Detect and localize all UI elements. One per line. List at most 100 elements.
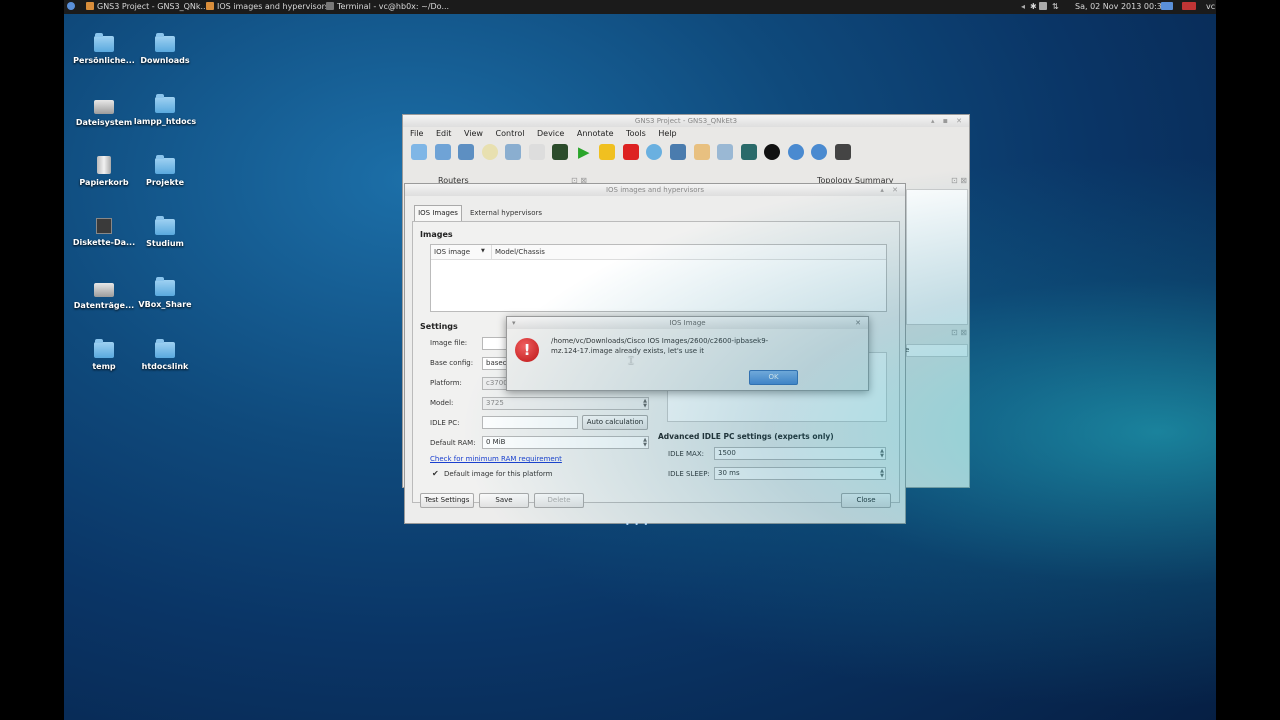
display-icon[interactable] — [1161, 2, 1176, 12]
idle-pc-input[interactable] — [482, 416, 578, 429]
show-interfaces-icon[interactable] — [528, 144, 545, 160]
reload-icon[interactable] — [646, 144, 663, 160]
tab-ios-images[interactable]: IOS Images — [414, 205, 462, 221]
topology-summary-panel — [906, 189, 968, 325]
zoom-in-icon[interactable] — [787, 144, 804, 160]
desktop-icon-projekte[interactable]: Projekte — [133, 155, 197, 187]
test-settings-button[interactable]: Test Settings — [420, 493, 474, 508]
panel-controls-lower[interactable]: ⊡ ⊠ — [951, 328, 967, 337]
zoom-out-icon[interactable] — [811, 144, 828, 160]
default-image-checkbox[interactable]: ✔ — [432, 469, 441, 478]
settings-header: Settings — [420, 322, 458, 331]
dialog-window-controls[interactable]: ▴ ✕ — [880, 184, 901, 196]
home-folder-icon — [94, 33, 114, 52]
sort-arrow-icon: ▼ — [481, 248, 485, 254]
network-icon[interactable]: ⇅ — [1052, 2, 1059, 12]
auto-calculation-button[interactable]: Auto calculation — [582, 415, 648, 430]
taskbar: GNS3 Project - GNS3_QNk... IOS images an… — [64, 0, 1216, 14]
console-icon[interactable] — [552, 144, 569, 160]
column-ios-image[interactable]: IOS image — [434, 248, 470, 256]
folder-icon — [155, 94, 175, 113]
start-icon[interactable]: ▶ — [576, 144, 592, 160]
close-button[interactable]: Close — [841, 493, 891, 508]
desktop-icon-floppy[interactable]: Diskette-Da... — [72, 218, 136, 247]
dialog-titlebar: IOS images and hypervisors ▴ ✕ — [405, 184, 905, 196]
alert-close-icon[interactable]: ✕ — [855, 317, 864, 329]
delete-button[interactable]: Delete — [534, 493, 584, 508]
spinner-icon: ▲ ▼ — [880, 468, 884, 479]
pause-icon[interactable] — [599, 144, 616, 160]
snapshot-icon[interactable] — [481, 144, 498, 160]
advanced-idle-header: Advanced IDLE PC settings (experts only) — [658, 432, 834, 441]
desktop-icon-volume[interactable]: Datenträge... — [72, 281, 136, 310]
desktop-icon-lampp[interactable]: lampp_htdocs — [133, 94, 197, 126]
alert-menu-icon[interactable]: ▾ — [512, 317, 516, 329]
save-project-icon[interactable] — [458, 144, 475, 160]
gns3-icon — [206, 2, 214, 10]
desktop-icon-temp[interactable]: temp — [72, 339, 136, 371]
menu-edit[interactable]: Edit — [436, 129, 452, 138]
note-icon[interactable] — [693, 144, 710, 160]
gns3-icon — [86, 2, 94, 10]
menu-device[interactable]: Device — [537, 129, 564, 138]
alert-titlebar: ▾ IOS Image ✕ — [507, 317, 868, 329]
open-project-icon[interactable] — [434, 144, 451, 160]
battery-icon[interactable] — [1039, 2, 1050, 12]
menu-view[interactable]: View — [464, 129, 483, 138]
desktop: GNS3 Project - GNS3_QNk... IOS images an… — [64, 0, 1216, 720]
task-terminal[interactable]: Terminal - vc@hb0x: ~/Do... — [326, 2, 449, 12]
desktop-icon-studium[interactable]: Studium — [133, 216, 197, 248]
user-name[interactable]: vc — [1206, 2, 1215, 12]
spinner-icon: ▲ ▼ — [880, 448, 884, 459]
new-project-icon[interactable] — [411, 144, 427, 160]
save-button[interactable]: Save — [479, 493, 529, 508]
menu-control[interactable]: Control — [496, 129, 525, 138]
folder-icon — [155, 216, 175, 235]
desktop-icon-downloads[interactable]: Downloads — [133, 33, 197, 65]
tab-external-hypervisors[interactable]: External hypervisors — [465, 206, 547, 221]
model-select[interactable]: 3725 ▲ ▼ — [482, 397, 649, 410]
downloads-folder-icon — [155, 33, 175, 52]
terminal-icon — [326, 2, 334, 10]
volume-icon[interactable]: ◂ — [1021, 2, 1025, 12]
app-menu-icon[interactable] — [67, 2, 78, 12]
images-table[interactable]: IOS image ▼ Model/Chassis — [430, 244, 887, 312]
desktop-icon-htdocslink[interactable]: htdocslink — [133, 339, 197, 371]
column-model-chassis[interactable]: Model/Chassis — [495, 248, 545, 256]
bluetooth-icon[interactable]: ✱ — [1030, 2, 1037, 12]
ok-button[interactable]: OK — [749, 370, 798, 385]
idle-sleep-input[interactable]: 30 ms ▲ ▼ — [714, 467, 886, 480]
menu-annotate[interactable]: Annotate — [577, 129, 614, 138]
menu-help[interactable]: Help — [658, 129, 676, 138]
insert-picture-icon[interactable] — [717, 144, 734, 160]
screenshot-icon[interactable] — [834, 144, 851, 160]
panel-controls-right[interactable]: ⊡ ⊠ — [951, 176, 967, 185]
trash-icon — [97, 156, 111, 174]
desktop-icon-personal[interactable]: Persönliche... — [72, 33, 136, 65]
task-gns3[interactable]: GNS3 Project - GNS3_QNk... — [86, 2, 208, 12]
rectangle-icon[interactable] — [740, 144, 757, 160]
clock[interactable]: Sa, 02 Nov 2013 00:32 — [1075, 2, 1167, 12]
desktop-icon-filesystem[interactable]: Dateisystem — [72, 98, 136, 127]
spinner-icon: ▲ ▼ — [643, 437, 647, 448]
logout-icon[interactable] — [1182, 2, 1199, 12]
task-ios-images[interactable]: IOS images and hypervisors — [206, 2, 329, 12]
check-ram-link[interactable]: Check for minimum RAM requirement — [430, 455, 562, 463]
base-config-label: Base config: — [430, 359, 474, 367]
default-ram-input[interactable]: 0 MiB ▲ ▼ — [482, 436, 649, 449]
desktop-icon-trash[interactable]: Papierkorb — [72, 156, 136, 187]
window-controls[interactable]: ▴ ◾ ✕ — [931, 115, 965, 127]
menu-file[interactable]: File — [410, 129, 423, 138]
drive-icon — [94, 100, 114, 114]
model-label: Model: — [430, 399, 454, 407]
menu-bar: File Edit View Control Device Annotate T… — [403, 127, 969, 141]
image-file-label: Image file: — [430, 339, 468, 347]
idle-max-input[interactable]: 1500 ▲ ▼ — [714, 447, 886, 460]
stop-icon[interactable] — [622, 144, 639, 160]
link-icon[interactable] — [505, 144, 522, 160]
idle-sleep-label: IDLE SLEEP: — [668, 470, 710, 478]
ellipse-icon[interactable] — [764, 144, 781, 160]
desktop-icon-vbox-share[interactable]: VBox_Share — [133, 277, 197, 309]
menu-tools[interactable]: Tools — [626, 129, 646, 138]
virtualbox-icon[interactable] — [670, 144, 687, 160]
